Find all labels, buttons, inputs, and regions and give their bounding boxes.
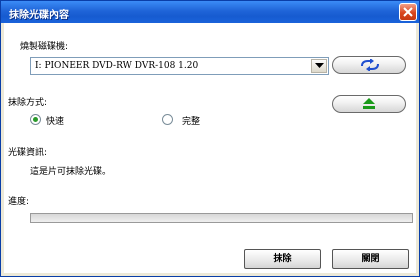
eject-button[interactable] — [332, 95, 406, 113]
erase-button[interactable]: 抹除 — [244, 249, 321, 269]
drive-label: 燒製磁碟機: — [20, 42, 69, 52]
drive-dropdown-button[interactable] — [311, 59, 327, 73]
erase-method-label: 抹除方式: — [8, 98, 48, 108]
window-title: 抹除光碟內容 — [9, 10, 69, 21]
eject-icon — [363, 98, 375, 109]
refresh-icon — [361, 59, 379, 71]
drive-select-value: I: PIONEER DVD-RW DVR-108 1.20 — [35, 61, 199, 71]
disc-info-message: 這是片可抹除光碟。 — [30, 167, 112, 177]
quick-erase-label: 快速 — [46, 117, 65, 127]
close-window-button[interactable] — [399, 3, 417, 21]
progress-bar — [30, 213, 413, 223]
title-bar[interactable]: 抹除光碟內容 — [1, 1, 419, 23]
refresh-drives-button[interactable] — [332, 56, 406, 74]
dialog-body: 燒製磁碟機: I: PIONEER DVD-RW DVR-108 1.20 抹除… — [4, 23, 416, 273]
full-erase-radio[interactable] — [162, 114, 173, 125]
full-erase-label: 完整 — [182, 117, 201, 127]
quick-erase-radio[interactable] — [30, 114, 41, 125]
close-button[interactable]: 關閉 — [332, 249, 409, 269]
close-icon — [403, 7, 413, 17]
disc-info-label: 光碟資訊: — [8, 148, 48, 158]
drive-select[interactable]: I: PIONEER DVD-RW DVR-108 1.20 — [30, 57, 329, 75]
progress-label: 進度: — [8, 197, 30, 207]
erase-disc-dialog: 抹除光碟內容 燒製磁碟機: I: PIONEER DVD-RW DVR-108 … — [0, 0, 420, 277]
chevron-down-icon — [315, 63, 324, 68]
